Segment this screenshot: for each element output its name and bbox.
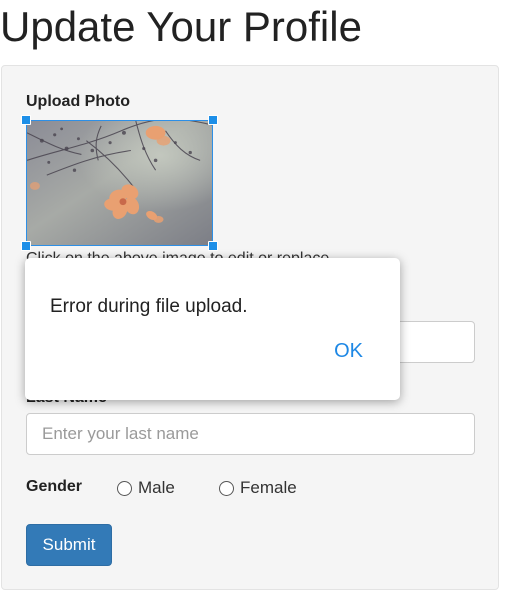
upload-photo-label: Upload Photo xyxy=(26,93,130,110)
gender-option-male[interactable]: Male xyxy=(117,478,175,498)
resize-handle-top-right[interactable] xyxy=(208,115,218,125)
error-dialog: Error during file upload. OK xyxy=(25,258,400,400)
page-title: Update Your Profile xyxy=(0,3,362,50)
dialog-message: Error during file upload. xyxy=(50,296,248,317)
submit-button[interactable]: Submit xyxy=(26,524,112,566)
resize-handle-top-left[interactable] xyxy=(21,115,31,125)
profile-photo-image[interactable] xyxy=(26,120,213,246)
female-radio[interactable] xyxy=(219,480,234,496)
profile-photo[interactable] xyxy=(21,115,218,251)
gender-option-female[interactable]: Female xyxy=(219,478,297,498)
male-label: Male xyxy=(138,478,175,497)
last-name-input[interactable] xyxy=(26,413,475,455)
female-label: Female xyxy=(240,478,297,497)
male-radio[interactable] xyxy=(117,480,132,496)
gender-label: Gender xyxy=(26,478,83,495)
dialog-ok-button[interactable]: OK xyxy=(334,340,363,363)
